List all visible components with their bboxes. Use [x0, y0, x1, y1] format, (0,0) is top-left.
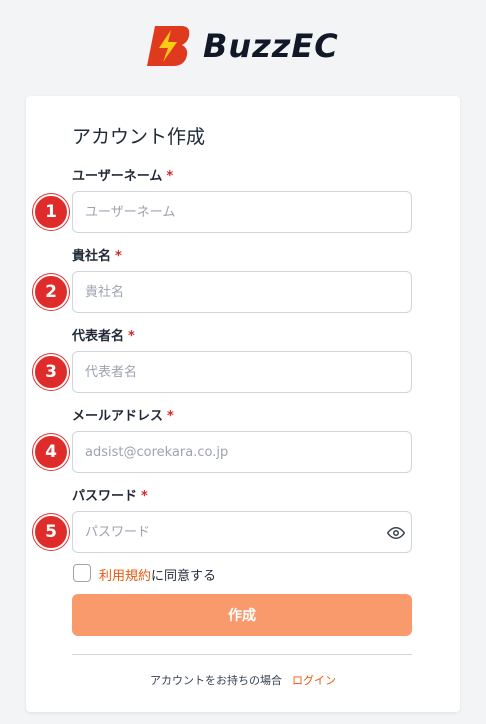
required-mark: *: [128, 329, 135, 344]
representative-name-label-text: 代表者名: [72, 329, 125, 344]
username-input[interactable]: [72, 191, 412, 233]
username-label-text: ユーザーネーム: [72, 169, 163, 184]
password-label-text: パスワード: [72, 489, 138, 504]
representative-name-label: 代表者名 *: [72, 325, 135, 344]
step-badge-1: 1: [33, 194, 69, 230]
login-prompt: アカウントをお持ちの場合 ログイン: [0, 672, 486, 688]
terms-agreement: 利用規約に同意する: [99, 565, 216, 584]
company-name-input[interactable]: [72, 271, 412, 313]
login-link[interactable]: ログイン: [292, 674, 336, 687]
eye-icon[interactable]: [387, 524, 405, 542]
logo-bolt-icon: [145, 24, 193, 68]
brand-logo: BuzzEC: [145, 24, 339, 68]
divider: [72, 654, 412, 655]
step-badge-5: 5: [33, 514, 69, 550]
company-name-label-text: 貴社名: [72, 249, 112, 264]
password-input[interactable]: [72, 511, 412, 553]
email-label-text: メールアドレス: [72, 409, 164, 424]
username-label: ユーザーネーム *: [72, 165, 173, 184]
company-name-label: 貴社名 *: [72, 245, 122, 264]
brand-name: BuzzEC: [203, 27, 339, 65]
terms-checkbox[interactable]: [73, 564, 91, 582]
required-mark: *: [115, 249, 122, 264]
representative-name-input[interactable]: [72, 351, 412, 393]
login-prompt-text: アカウントをお持ちの場合: [150, 674, 282, 687]
required-mark: *: [141, 489, 148, 504]
required-mark: *: [167, 409, 174, 424]
create-account-button[interactable]: 作成: [72, 594, 412, 636]
page-title: アカウント作成: [72, 126, 206, 148]
step-badge-4: 4: [33, 434, 69, 470]
required-mark: *: [166, 169, 174, 184]
terms-agreement-text: に同意する: [151, 569, 217, 584]
email-input[interactable]: [72, 431, 412, 473]
step-badge-3: 3: [33, 354, 69, 390]
terms-link[interactable]: 利用規約: [99, 569, 151, 584]
step-badge-2: 2: [33, 274, 69, 310]
email-label: メールアドレス *: [72, 405, 174, 424]
password-label: パスワード *: [72, 485, 148, 504]
